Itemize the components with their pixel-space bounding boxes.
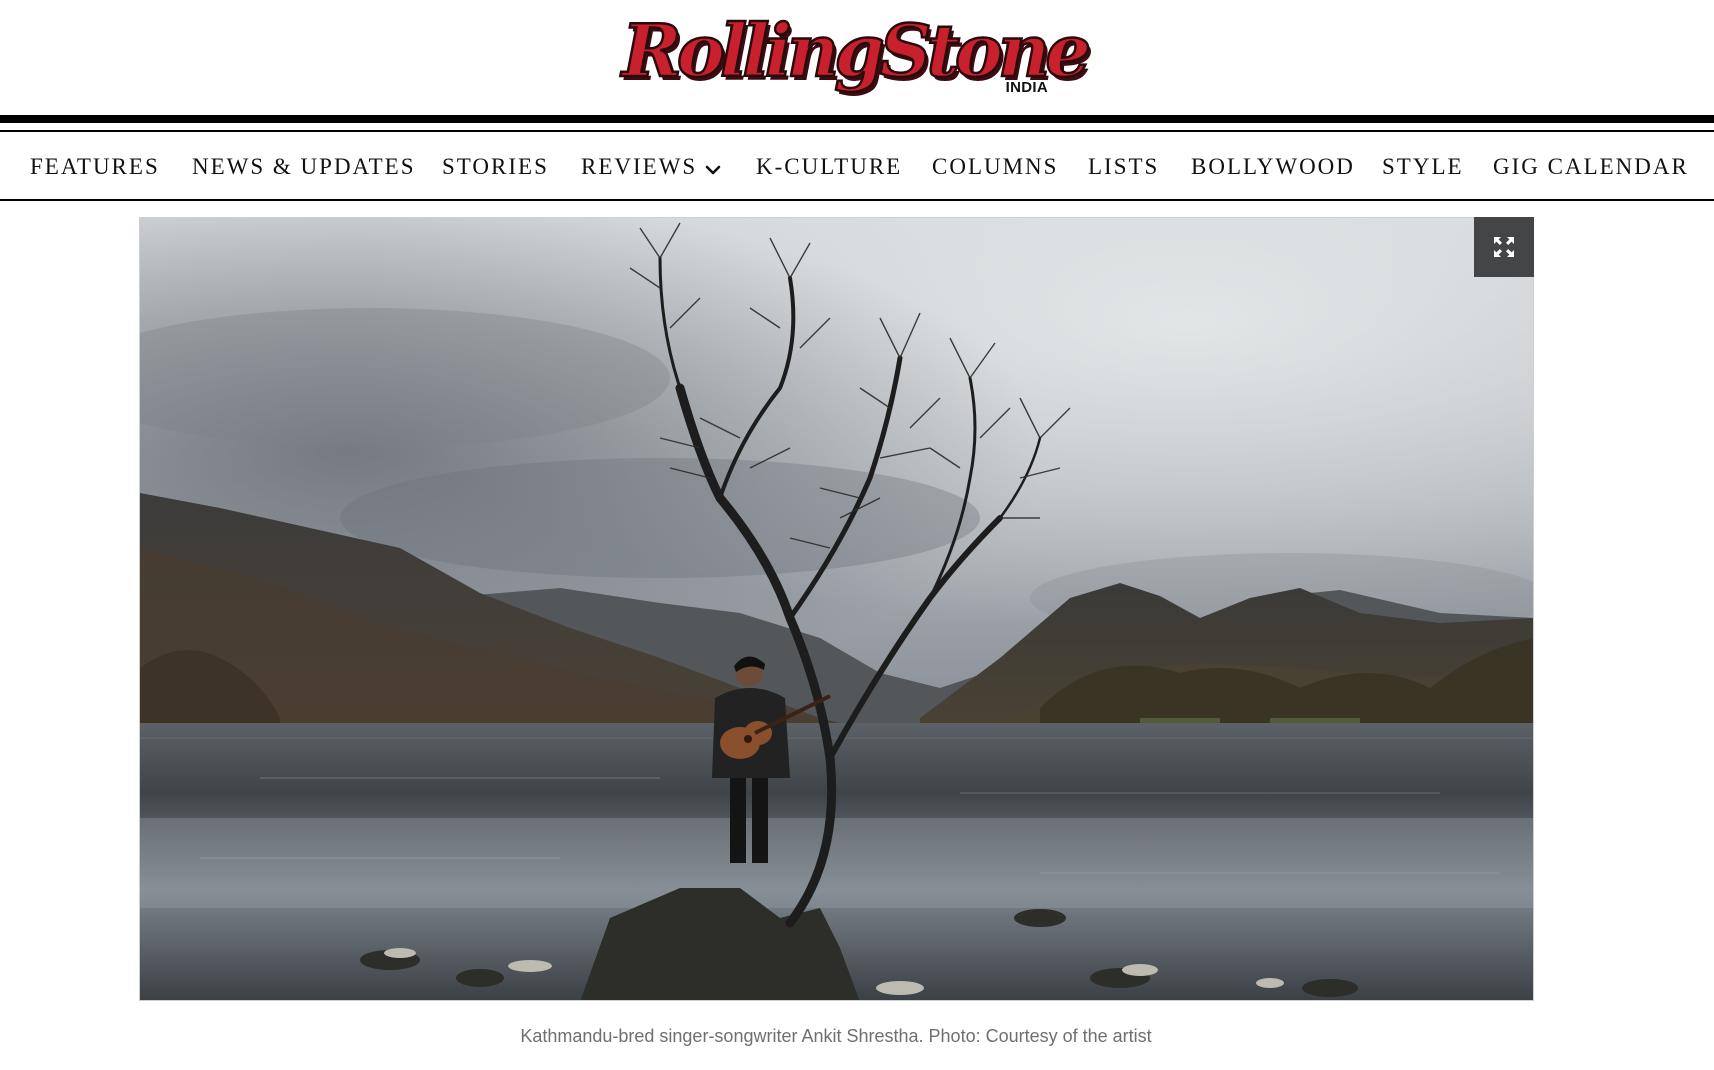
nav-item-news-updates[interactable]: NEWS & UPDATES — [192, 152, 416, 182]
main-navigation: FEATURES NEWS & UPDATES STORIES REVIEWS … — [0, 132, 1714, 199]
rolling-stone-india-logo[interactable]: RollingStone INDIA — [621, 7, 1093, 102]
nav-item-style[interactable]: STYLE — [1382, 152, 1464, 182]
nav-item-k-culture[interactable]: K-CULTURE — [756, 152, 902, 182]
nav-item-lists[interactable]: LISTS — [1088, 152, 1159, 182]
nav-divider — [0, 199, 1714, 201]
nav-item-bollywood[interactable]: BOLLYWOOD — [1191, 152, 1355, 182]
header-divider-thick — [0, 115, 1714, 123]
nav-item-columns[interactable]: COLUMNS — [932, 152, 1058, 182]
nav-item-stories[interactable]: STORIES — [442, 152, 549, 182]
logo-edition: INDIA — [1005, 79, 1048, 96]
expand-icon — [1494, 237, 1514, 257]
nav-item-reviews-label: REVIEWS — [581, 154, 698, 179]
chevron-down-icon — [705, 154, 721, 184]
hero-photo-illustration — [140, 218, 1533, 1000]
hero-image — [139, 217, 1534, 1001]
nav-item-reviews[interactable]: REVIEWS — [581, 152, 721, 182]
nav-item-gig-calendar[interactable]: GIG CALENDAR — [1493, 152, 1689, 182]
nav-item-features[interactable]: FEATURES — [30, 152, 160, 182]
site-header: RollingStone INDIA — [0, 0, 1714, 112]
expand-image-button[interactable] — [1474, 217, 1534, 277]
image-caption: Kathmandu-bred singer-songwriter Ankit S… — [520, 1026, 1152, 1046]
